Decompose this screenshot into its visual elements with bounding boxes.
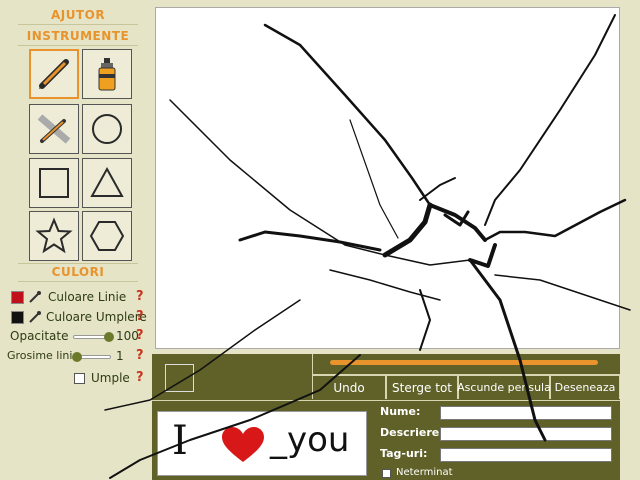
star-tool-button[interactable]	[29, 211, 79, 261]
slider-knob[interactable]	[72, 352, 82, 362]
colors-title: CULORI	[51, 265, 105, 279]
spray-can-icon	[98, 58, 116, 91]
opacity-slider[interactable]	[73, 332, 114, 342]
description-label: Descriere:	[380, 426, 444, 439]
line-width-label: Grosime linie	[7, 349, 80, 362]
star-icon	[35, 217, 73, 254]
divider	[18, 24, 138, 25]
clear-all-button[interactable]: Sterge tot	[386, 375, 458, 399]
line-color-swatch[interactable]	[11, 291, 24, 304]
spray-tool-button[interactable]	[82, 49, 132, 99]
help-link[interactable]: AJUTOR	[10, 8, 146, 22]
line-width-value: 1	[116, 349, 124, 363]
tags-label: Tag-uri:	[380, 447, 428, 460]
divider	[18, 263, 138, 264]
square-tool-button[interactable]	[29, 158, 79, 208]
circle-icon	[92, 114, 122, 144]
description-input[interactable]	[440, 427, 612, 441]
fill-checkbox[interactable]	[74, 373, 85, 384]
heart-icon	[222, 427, 264, 462]
pencil-icon	[39, 59, 69, 89]
thumbnail-letter: I	[172, 418, 188, 464]
drawing-thumbnail: I _you	[157, 411, 367, 476]
fill-color-label: Culoare Umplere	[46, 310, 147, 324]
triangle-tool-button[interactable]	[82, 158, 132, 208]
brush-preview	[165, 364, 194, 392]
line-color-label: Culoare Linie	[48, 290, 127, 304]
eyedropper-icon[interactable]	[28, 290, 42, 304]
eyedropper-icon[interactable]	[28, 310, 42, 324]
circle-tool-button[interactable]	[82, 104, 132, 154]
triangle-icon	[90, 166, 124, 197]
line-width-slider[interactable]	[72, 352, 111, 362]
divider	[18, 45, 138, 46]
divider	[152, 400, 620, 401]
thumbnail-word: _you	[270, 420, 350, 460]
progress-bar	[330, 360, 598, 365]
fill-color-swatch[interactable]	[11, 311, 24, 324]
name-label: Nume:	[380, 405, 421, 418]
unfinished-checkbox[interactable]	[382, 469, 391, 478]
opacity-label: Opacitate	[10, 329, 69, 343]
help-icon[interactable]: ?	[136, 328, 144, 343]
hexagon-tool-button[interactable]	[82, 211, 132, 261]
help-icon[interactable]: ?	[136, 289, 144, 304]
hide-brush-button[interactable]: Ascunde pensula	[457, 375, 551, 399]
tools-title: INSTRUMENTE	[26, 29, 130, 43]
unfinished-label: Neterminat	[396, 467, 453, 478]
square-icon	[39, 168, 69, 198]
eraser-tool-button[interactable]	[29, 104, 79, 154]
pencil-tool-button[interactable]	[29, 49, 79, 99]
tags-input[interactable]	[440, 448, 612, 462]
help-icon[interactable]: ?	[136, 370, 144, 385]
drawing-canvas[interactable]	[155, 7, 620, 349]
name-input[interactable]	[440, 406, 612, 420]
eraser-ruler-icon	[37, 114, 71, 144]
help-icon[interactable]: ?	[136, 348, 144, 363]
help-icon[interactable]: ?	[136, 309, 144, 324]
fill-checkbox-label: Umple	[91, 371, 130, 385]
divider	[18, 281, 138, 282]
hexagon-icon	[89, 221, 125, 251]
draw-button[interactable]: Deseneaza	[550, 375, 620, 399]
slider-knob[interactable]	[104, 332, 114, 342]
undo-button[interactable]: Undo	[312, 375, 386, 399]
